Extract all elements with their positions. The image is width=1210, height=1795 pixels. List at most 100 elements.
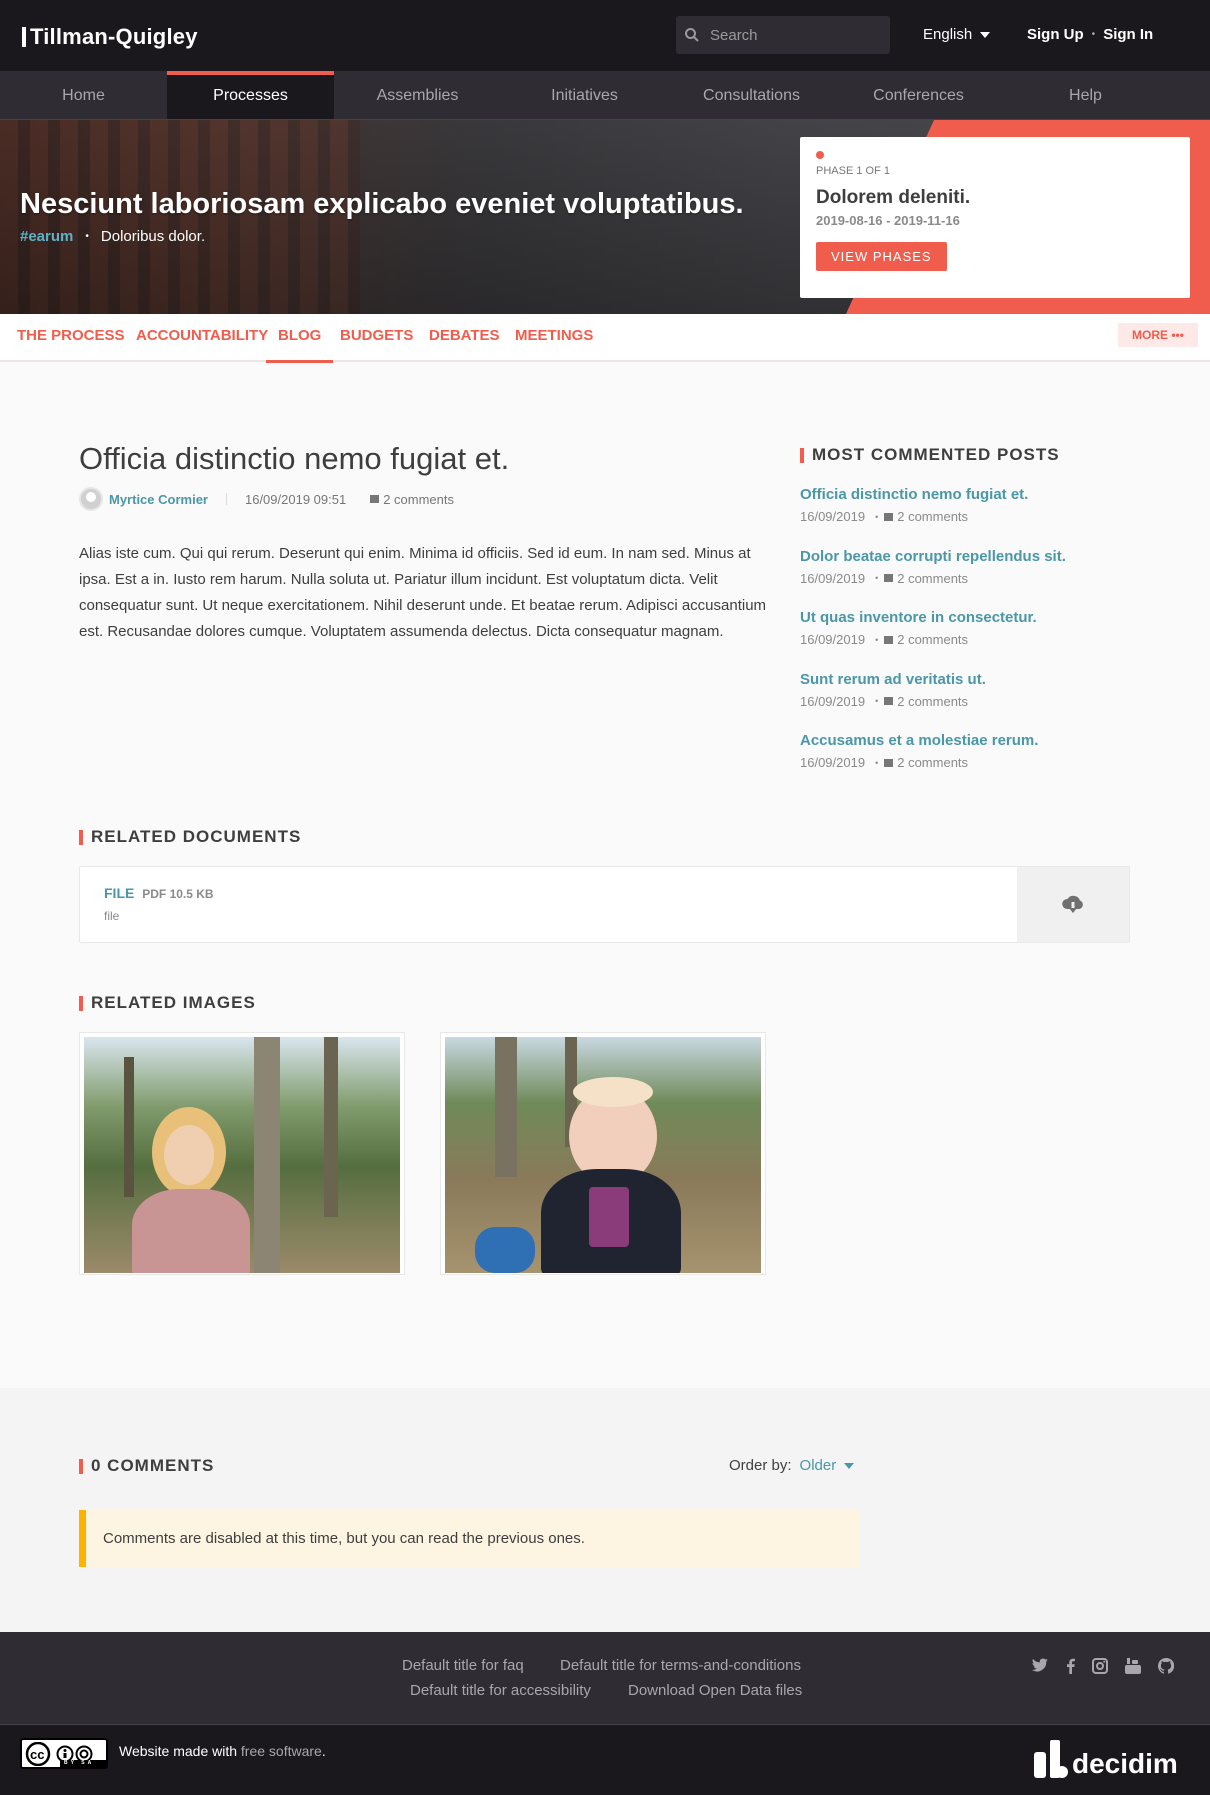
most-commented-list: Officia distinctio nemo fugiat et. 16/09… [800,486,1160,794]
facebook-icon[interactable] [1066,1658,1075,1679]
related-images-heading: RELATED IMAGES [79,993,256,1013]
tab-budgets[interactable]: BUDGETS [340,327,413,344]
sign-in-link[interactable]: Sign In [1103,26,1153,43]
language-selector[interactable]: English [923,26,991,43]
nav-help[interactable]: Help [1002,71,1169,119]
more-tabs-button[interactable]: MORE ••• [1118,323,1198,347]
avatar [79,487,103,511]
document-item: FILE PDF 10.5 KB file [79,866,1130,943]
document-link[interactable]: FILE PDF 10.5 KB [104,885,214,901]
photo-toddler-in-park [445,1037,761,1273]
list-item: Ut quas inventore in consectetur. 16/09/… [800,609,1160,671]
search-box[interactable] [676,16,890,54]
process-subtitle-row: #earum • Doloribus dolor. [20,228,205,245]
document-description: file [104,909,120,923]
list-item: Officia distinctio nemo fugiat et. 16/09… [800,486,1160,548]
post-body: Alias iste cum. Qui qui rerum. Deserunt … [79,545,767,640]
org-name: Tillman-Quigley [30,24,198,49]
decidim-wordmark: decidim [1072,1748,1178,1779]
document-info: PDF 10.5 KB [142,887,214,901]
comment-icon [884,574,894,582]
decidim-logo[interactable]: decidim [1034,1740,1178,1778]
most-commented-post-link[interactable]: Sunt rerum ad veritatis ut. [800,671,1160,688]
youtube-icon[interactable] [1125,1658,1141,1679]
order-by-select[interactable]: Older [800,1457,855,1474]
logo-mark-icon [22,27,26,47]
nav-consultations[interactable]: Consultations [668,71,835,119]
post-datetime: 16/09/2019 09:51 [244,491,347,507]
footer-link-terms[interactable]: Default title for terms-and-conditions [560,1657,801,1674]
photo-child-in-forest [84,1037,400,1273]
language-label: English [923,26,973,43]
related-documents-heading: RELATED DOCUMENTS [79,827,301,847]
nav-home[interactable]: Home [0,71,167,119]
chevron-down-icon [844,1462,855,1469]
github-icon[interactable] [1157,1657,1175,1679]
most-commented-post-link[interactable]: Accusamus et a molestiae rerum. [800,732,1160,749]
nav-processes[interactable]: Processes [167,71,334,119]
footer-link-faq[interactable]: Default title for faq [402,1657,524,1674]
phase-card: PHASE 1 OF 1 Dolorem deleniti. 2019-08-1… [800,137,1190,298]
list-item: Sunt rerum ad veritatis ut. 16/09/2019 • 2… [800,671,1160,733]
footer-link-open-data[interactable]: Download Open Data files [628,1682,802,1699]
auth-links: Sign Up • Sign In [1027,26,1153,43]
twitter-icon[interactable] [1032,1658,1049,1679]
view-phases-button[interactable]: VIEW PHASES [816,242,947,271]
post-title: Officia distinctio nemo fugiat et. [79,441,510,476]
download-button[interactable] [1017,867,1129,942]
footer: Default title for faq Default title for … [0,1632,1210,1725]
search-input[interactable] [710,26,880,44]
related-image-1[interactable] [79,1032,405,1275]
phase-title: Dolorem deleniti. [816,187,971,208]
social-links [1032,1657,1191,1679]
nav-conferences[interactable]: Conferences [835,71,1002,119]
nav-initiatives[interactable]: Initiatives [501,71,668,119]
tab-the-process[interactable]: THE PROCESS [17,327,125,344]
most-commented-post-link[interactable]: Dolor beatae corrupti repellendus sit. [800,548,1160,565]
main-nav: Home Processes Assemblies Initiatives Co… [0,71,1210,120]
most-commented-heading: MOST COMMENTED POSTS [800,445,1060,465]
creative-commons-license-icon[interactable]: cc BY SA [20,1738,108,1769]
list-item: Dolor beatae corrupti repellendus sit. 1… [800,548,1160,610]
process-subtitle: Doloribus dolor. [100,228,206,245]
comments-heading: 0 COMMENTS [79,1456,214,1476]
org-logo[interactable]: Tillman-Quigley [22,24,198,50]
tab-meetings[interactable]: MEETINGS [515,327,593,344]
comment-icon [884,512,894,521]
comments-disabled-notice: Comments are disabled at this time, but … [79,1510,860,1567]
list-item: Accusamus et a molestiae rerum. 16/09/20… [800,732,1160,794]
made-with-text: Website made with free software. [119,1743,326,1759]
instagram-icon[interactable] [1092,1658,1108,1679]
phase-label: PHASE 1 OF 1 [816,165,890,177]
process-hashtag[interactable]: #earum [20,228,73,245]
tab-blog[interactable]: BLOG [265,327,334,363]
cloud-download-icon [1062,895,1083,913]
comment-icon [884,635,894,644]
license-label: BY SA [60,1760,106,1767]
phase-dates: 2019-08-16 - 2019-11-16 [816,213,960,228]
post-meta: Myrtice Cormier 16/09/2019 09:51 2 comme… [79,487,454,511]
tab-debates[interactable]: DEBATES [429,327,500,344]
sign-up-link[interactable]: Sign Up [1027,26,1084,43]
comment-icon [884,697,894,705]
subtitle-separator: • [85,231,89,242]
chevron-down-icon [980,31,991,38]
process-title: Nesciunt laboriosam explicabo eveniet vo… [20,188,744,220]
most-commented-post-link[interactable]: Ut quas inventore in consectetur. [800,609,1160,626]
comment-icon [370,495,380,503]
related-image-2[interactable] [440,1032,766,1275]
footer-link-accessibility[interactable]: Default title for accessibility [410,1682,591,1699]
top-bar: Tillman-Quigley English Sign Up • Sign I… [0,0,1210,71]
process-hero: Nesciunt laboriosam explicabo eveniet vo… [0,120,1210,314]
order-by-label: Order by: [729,1457,792,1474]
post-comments-count[interactable]: 2 comments [370,492,454,507]
most-commented-post-link[interactable]: Officia distinctio nemo fugiat et. [800,486,1160,503]
process-tabs: THE PROCESS ACCOUNTABILITY BLOG BUDGETS … [0,314,1210,363]
nav-assemblies[interactable]: Assemblies [334,71,501,119]
search-icon [685,28,699,42]
phase-dot-icon [816,151,824,159]
post-author[interactable]: Myrtice Cormier [109,492,208,507]
document-title: FILE [104,885,135,901]
tab-accountability[interactable]: ACCOUNTABILITY [136,327,268,344]
free-software-link[interactable]: free software [241,1743,322,1759]
